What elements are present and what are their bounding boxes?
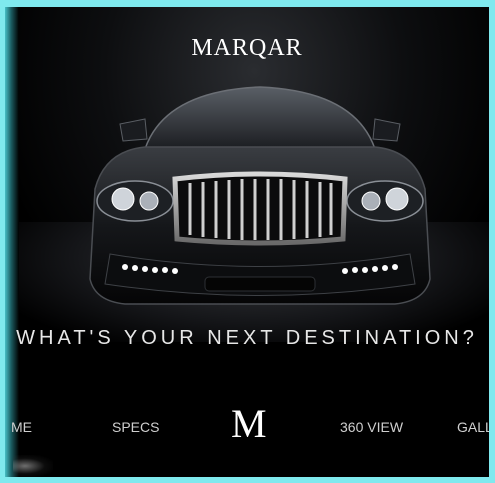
corner-glow xyxy=(13,455,53,477)
hero-tagline: WHAT'S YOUR NEXT DESTINATION? xyxy=(16,327,478,349)
nav-item-specs[interactable]: SPECS xyxy=(112,419,159,435)
nav-item-gallery[interactable]: GALL xyxy=(457,419,489,435)
bottom-nav: ME SPECS M 360 VIEW GALL xyxy=(5,402,489,452)
car-front-image xyxy=(89,86,431,305)
brand-logo: MARQAR xyxy=(191,35,303,61)
nav-logo-m[interactable]: M xyxy=(231,404,267,444)
nav-item-home[interactable]: ME xyxy=(11,419,32,435)
nav-item-360-view[interactable]: 360 VIEW xyxy=(340,419,403,435)
app-screen: MARQAR WHAT'S YOUR NEXT DESTINATION? ME … xyxy=(5,7,489,477)
